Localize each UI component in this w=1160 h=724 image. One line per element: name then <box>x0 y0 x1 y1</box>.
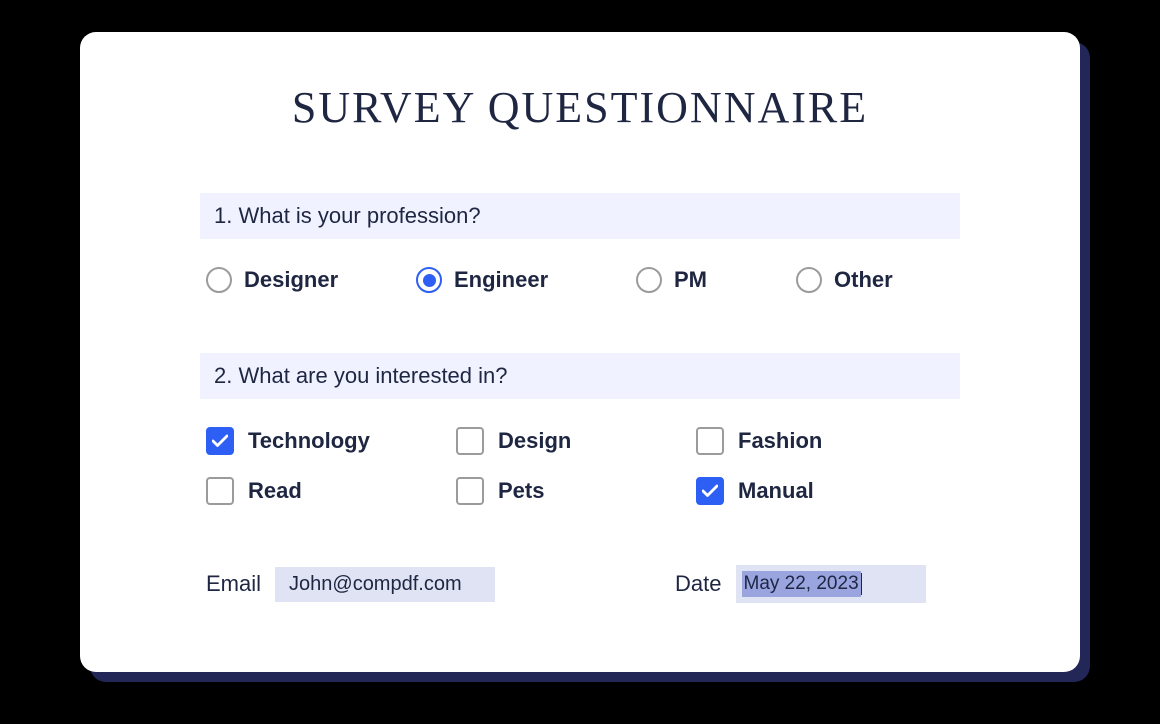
email-field-group: Email <box>206 567 495 602</box>
checkmark-icon <box>212 434 228 448</box>
survey-title: SURVEY QUESTIONNAIRE <box>80 82 1080 133</box>
checkbox-icon <box>456 477 484 505</box>
radio-label: PM <box>674 267 707 293</box>
radio-icon-selected <box>416 267 442 293</box>
checkbox-label: Design <box>498 428 571 454</box>
checkbox-option-design[interactable]: Design <box>456 427 696 455</box>
radio-dot-icon <box>423 274 436 287</box>
radio-label: Other <box>834 267 893 293</box>
date-value: May 22, 2023 <box>742 571 861 597</box>
checkbox-label: Read <box>248 478 302 504</box>
radio-label: Designer <box>244 267 338 293</box>
checkbox-label: Technology <box>248 428 370 454</box>
radio-label: Engineer <box>454 267 548 293</box>
email-input[interactable] <box>275 567 495 602</box>
survey-content: 1. What is your profession? Designer Eng… <box>80 193 1080 603</box>
checkbox-icon <box>206 477 234 505</box>
date-field-group: Date May 22, 2023 <box>675 565 925 603</box>
question-1-header: 1. What is your profession? <box>200 193 960 239</box>
profession-radio-group: Designer Engineer PM Other <box>200 267 960 293</box>
date-input[interactable]: May 22, 2023 <box>736 565 926 603</box>
checkbox-label: Manual <box>738 478 814 504</box>
radio-option-designer[interactable]: Designer <box>206 267 416 293</box>
radio-icon <box>796 267 822 293</box>
checkbox-icon <box>696 427 724 455</box>
radio-icon <box>206 267 232 293</box>
radio-option-engineer[interactable]: Engineer <box>416 267 636 293</box>
text-cursor-icon <box>861 573 863 595</box>
checkbox-icon-checked <box>696 477 724 505</box>
radio-option-pm[interactable]: PM <box>636 267 796 293</box>
checkbox-option-technology[interactable]: Technology <box>206 427 456 455</box>
checkbox-label: Pets <box>498 478 544 504</box>
survey-card: SURVEY QUESTIONNAIRE 1. What is your pro… <box>80 32 1080 672</box>
checkbox-icon-checked <box>206 427 234 455</box>
checkbox-option-manual[interactable]: Manual <box>696 477 936 505</box>
radio-icon <box>636 267 662 293</box>
date-label: Date <box>675 571 721 597</box>
radio-option-other[interactable]: Other <box>796 267 956 293</box>
checkbox-option-fashion[interactable]: Fashion <box>696 427 936 455</box>
checkbox-option-pets[interactable]: Pets <box>456 477 696 505</box>
question-2-header: 2. What are you interested in? <box>200 353 960 399</box>
email-label: Email <box>206 571 261 597</box>
checkbox-label: Fashion <box>738 428 822 454</box>
checkbox-icon <box>456 427 484 455</box>
checkbox-option-read[interactable]: Read <box>206 477 456 505</box>
footer-fields: Email Date May 22, 2023 <box>200 565 960 603</box>
checkmark-icon <box>702 484 718 498</box>
interests-checkbox-group: Technology Design Fashion Read Pets <box>200 427 960 505</box>
